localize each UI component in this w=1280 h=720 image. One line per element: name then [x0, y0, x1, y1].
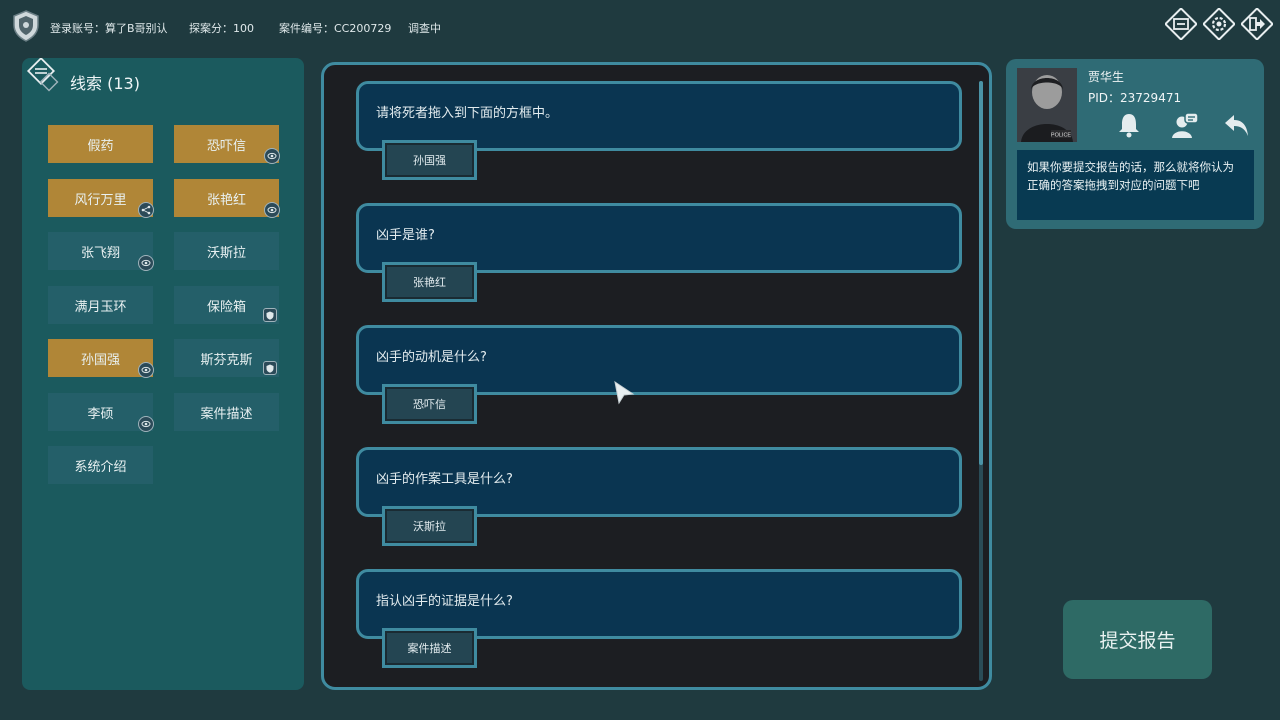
answer-drop-slot[interactable]: 案件描述 [382, 628, 477, 668]
clue-card[interactable]: 风行万里 [48, 179, 154, 218]
exit-icon[interactable] [1241, 8, 1273, 40]
account-label: 登录账号：算了B哥别认 [50, 22, 168, 35]
police-shield-logo-icon [13, 10, 39, 42]
submit-report-button[interactable]: 提交报告 [1063, 600, 1212, 679]
scrollbar-thumb[interactable] [979, 81, 983, 465]
profile-panel: POLICE 贾华生 PID：23729471 如果你要提交报告的话，那么就将你… [1006, 59, 1264, 229]
clue-card[interactable]: 案件描述 [174, 393, 279, 431]
clue-card[interactable]: 假药 [48, 125, 153, 163]
detective-pid: PID：23729471 [1088, 91, 1182, 105]
top-bar: 登录账号：算了B哥别认 探案分：100 案件编号：CC200729 调查中 [0, 0, 1280, 52]
question-text: 凶手的动机是什么? [376, 350, 487, 365]
clue-card-label: 李硕 [87, 406, 114, 422]
shield-badge-icon [263, 308, 277, 322]
clue-card-label: 孙国强 [80, 352, 120, 368]
clue-card[interactable]: 系统介绍 [48, 446, 153, 484]
clue-panel: 线索 (13) 假药 恐吓信风行万里 张艳红张飞翔 沃斯拉满月玉环 保险箱孙国强 斯芬克斯… [22, 58, 304, 690]
question-text: 请将死者拖入到下面的方框中。 [376, 106, 559, 121]
eye-badge-icon [264, 148, 280, 164]
clue-card[interactable]: 斯芬克斯 [174, 339, 279, 377]
answer-clue-label: 案件描述 [387, 633, 472, 663]
clue-card[interactable]: 张飞翔 [48, 232, 154, 271]
clue-card[interactable]: 孙国强 [48, 339, 154, 378]
answer-drop-slot[interactable]: 恐吓信 [382, 384, 477, 424]
clue-list-icon [26, 58, 59, 92]
clue-card-label: 恐吓信 [206, 138, 246, 154]
answer-drop-slot[interactable]: 沃斯拉 [382, 506, 477, 546]
question-panel: 请将死者拖入到下面的方框中。孙国强凶手是谁? 张艳红凶手的动机是什么? 恐吓信凶手的… [321, 62, 992, 690]
clue-title: 线索 (13) [70, 74, 140, 93]
detective-avatar: POLICE [1017, 68, 1077, 142]
score-label: 探案分：100 [189, 22, 254, 35]
eye-badge-icon [138, 255, 154, 271]
question-text: 凶手的作案工具是什么? [376, 472, 513, 487]
hint-message: 如果你要提交报告的话，那么就将你认为正确的答案拖拽到对应的问题下吧 [1017, 150, 1254, 220]
clue-card-label: 张艳红 [206, 192, 246, 208]
clue-card-label: 斯芬克斯 [200, 352, 253, 368]
eye-badge-icon [264, 202, 280, 218]
shield-badge-icon [263, 361, 277, 375]
settings-gear-icon[interactable] [1203, 8, 1235, 40]
clue-card-label: 风行万里 [74, 192, 127, 208]
report-icon[interactable] [1165, 8, 1197, 40]
bell-icon[interactable] [1115, 111, 1143, 139]
clue-card-label: 张飞翔 [80, 245, 120, 261]
eye-badge-icon [138, 416, 154, 432]
question-text: 指认凶手的证据是什么? [376, 594, 513, 609]
answer-clue-label: 恐吓信 [387, 389, 472, 419]
clue-card-label: 假药 [87, 138, 114, 154]
clue-card[interactable]: 保险箱 [174, 286, 279, 324]
answer-drop-slot[interactable]: 孙国强 [382, 140, 477, 180]
question-text: 凶手是谁? [376, 228, 435, 243]
mouse-cursor-icon [614, 380, 635, 405]
answer-clue-label: 张艳红 [387, 267, 472, 297]
clue-card-label: 案件描述 [200, 406, 253, 422]
question-scrollbar[interactable] [979, 81, 983, 681]
clue-card[interactable]: 张艳红 [174, 179, 280, 218]
answer-drop-slot[interactable]: 张艳红 [382, 262, 477, 302]
clue-card-label: 系统介绍 [74, 459, 127, 475]
clue-card[interactable]: 沃斯拉 [174, 232, 279, 270]
case-status-label: 调查中 [408, 22, 441, 35]
detective-name: 贾华生 [1088, 70, 1125, 84]
back-arrow-icon[interactable] [1223, 111, 1251, 139]
clue-card-label: 保险箱 [206, 299, 246, 315]
chat-user-icon[interactable] [1171, 111, 1199, 139]
clue-card-label: 沃斯拉 [206, 245, 246, 261]
eye-badge-icon [138, 362, 154, 378]
clue-card[interactable]: 恐吓信 [174, 125, 280, 164]
case-number-label: 案件编号：CC200729 [279, 22, 392, 35]
answer-clue-label: 沃斯拉 [387, 511, 472, 541]
clue-card[interactable]: 满月玉环 [48, 286, 153, 324]
police-badge-text: POLICE [1051, 133, 1072, 139]
clue-card-label: 满月玉环 [74, 299, 127, 315]
clue-card[interactable]: 李硕 [48, 393, 154, 432]
share-badge-icon [138, 202, 154, 218]
answer-clue-label: 孙国强 [387, 145, 472, 175]
